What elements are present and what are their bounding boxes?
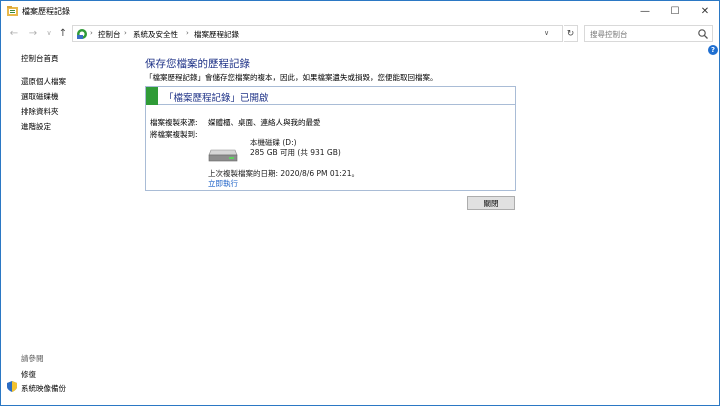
drive-space: 285 GB 可用 (共 931 GB) bbox=[250, 148, 341, 157]
close-button[interactable]: 關閉 bbox=[467, 196, 515, 210]
status-title: 「檔案歷程記錄」已開啟 bbox=[164, 93, 269, 104]
breadcrumb-separator-icon: › bbox=[90, 29, 93, 37]
window-title: 檔案歷程記錄 bbox=[22, 7, 70, 16]
status-indicator bbox=[146, 87, 158, 105]
breadcrumb-separator-icon: › bbox=[186, 29, 189, 37]
breadcrumb-file-history[interactable]: 檔案歷程記錄 bbox=[194, 29, 239, 40]
page-title: 保存您檔案的歷程記錄 bbox=[145, 58, 250, 70]
sidebar-item-system-image-backup[interactable]: 系統映像備份 bbox=[21, 383, 66, 394]
hard-drive-icon bbox=[208, 149, 238, 162]
status-panel: 「檔案歷程記錄」已開啟 檔案複製來源: 媒體櫃、桌面、連絡人與我的最愛 將檔案複… bbox=[145, 86, 516, 191]
navigation-bar: ← → ∨ ↑ › 控制台 › 系統及安全性 › 檔案歷程記錄 ∨ ↻ 搜尋控制… bbox=[1, 22, 719, 44]
sidebar-item-select-drive[interactable]: 選取磁碟機 bbox=[21, 91, 59, 102]
source-label: 檔案複製來源: bbox=[150, 118, 198, 127]
breadcrumb-control-panel[interactable]: 控制台 bbox=[98, 29, 121, 40]
search-icon[interactable] bbox=[697, 28, 709, 40]
refresh-icon[interactable]: ↻ bbox=[564, 25, 578, 42]
help-icon[interactable]: ? bbox=[708, 45, 718, 55]
recent-locations-chevron-icon[interactable]: ∨ bbox=[43, 26, 55, 40]
page-description: 「檔案歷程記錄」會儲存您檔案的複本，因此，如果檔案遺失或損毀，您便能取回檔案。 bbox=[145, 73, 438, 82]
breadcrumb-system-security[interactable]: 系統及安全性 bbox=[133, 29, 178, 40]
shield-icon bbox=[7, 381, 17, 392]
see-also-heading: 請參閱 bbox=[21, 354, 44, 363]
minimize-button[interactable]: — bbox=[631, 1, 659, 21]
sidebar-item-exclude-folders[interactable]: 排除資料夾 bbox=[21, 106, 59, 117]
file-history-window: 檔案歷程記錄 — ☐ ✕ ← → ∨ ↑ › 控制台 › 系統及安全性 › 檔案… bbox=[0, 0, 720, 406]
forward-arrow-icon[interactable]: → bbox=[27, 26, 39, 40]
sidebar-item-recovery[interactable]: 修復 bbox=[21, 369, 36, 380]
source-value: 媒體櫃、桌面、連絡人與我的最愛 bbox=[208, 118, 321, 127]
search-input[interactable]: 搜尋控制台 bbox=[584, 25, 713, 42]
breadcrumb-separator-icon: › bbox=[124, 29, 127, 37]
sidebar-item-restore-files[interactable]: 還原個人檔案 bbox=[21, 76, 66, 87]
sidebar-item-control-panel-home[interactable]: 控制台首頁 bbox=[21, 53, 59, 64]
back-arrow-icon[interactable]: ← bbox=[8, 26, 20, 40]
address-bar[interactable]: › 控制台 › 系統及安全性 › 檔案歷程記錄 ∨ bbox=[72, 25, 563, 42]
run-now-link[interactable]: 立即執行 bbox=[208, 178, 238, 189]
file-history-app-icon bbox=[7, 6, 18, 16]
sidebar-item-advanced-settings[interactable]: 進階設定 bbox=[21, 121, 51, 132]
status-header: 「檔案歷程記錄」已開啟 bbox=[146, 87, 515, 105]
maximize-button[interactable]: ☐ bbox=[661, 1, 689, 21]
control-panel-icon bbox=[77, 29, 87, 39]
title-bar: 檔案歷程記錄 — ☐ ✕ bbox=[1, 1, 719, 21]
search-placeholder: 搜尋控制台 bbox=[590, 30, 628, 39]
up-arrow-icon[interactable]: ↑ bbox=[57, 26, 69, 40]
destination-label: 將檔案複製到: bbox=[150, 130, 198, 139]
close-window-button[interactable]: ✕ bbox=[691, 1, 719, 21]
address-dropdown-chevron-icon[interactable]: ∨ bbox=[544, 29, 549, 37]
